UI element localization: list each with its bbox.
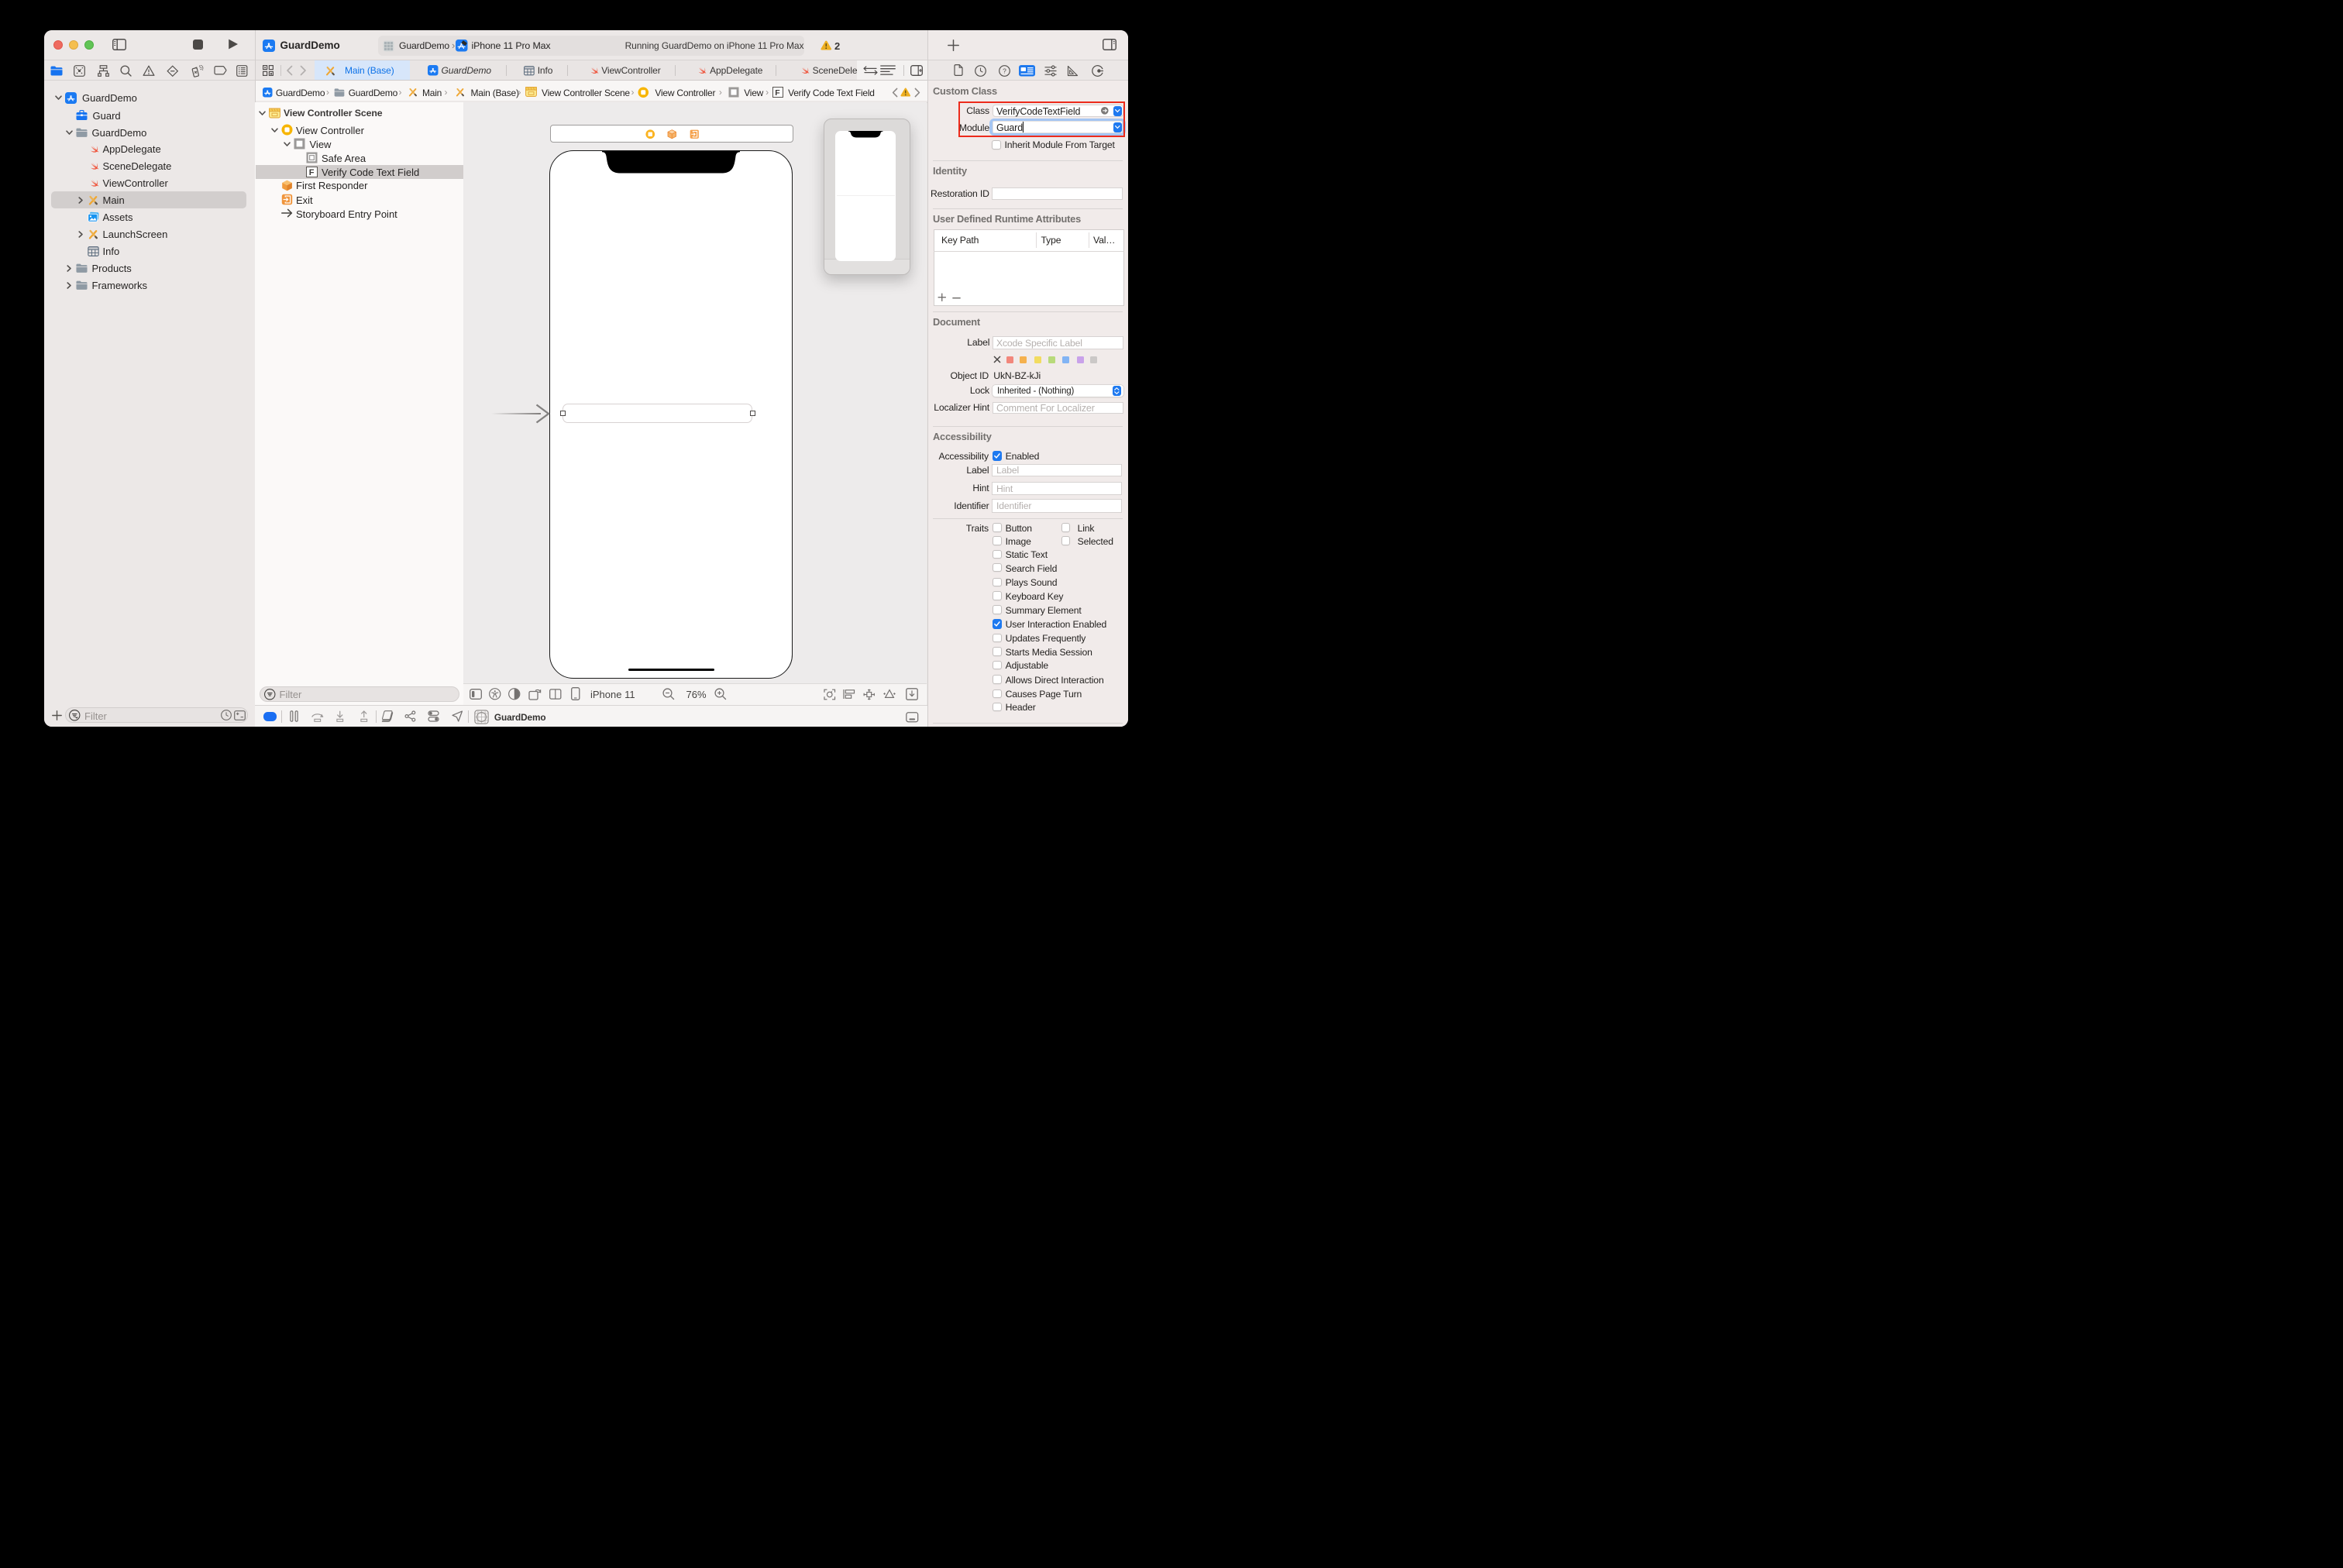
svg-text:?: ? xyxy=(1003,67,1006,74)
